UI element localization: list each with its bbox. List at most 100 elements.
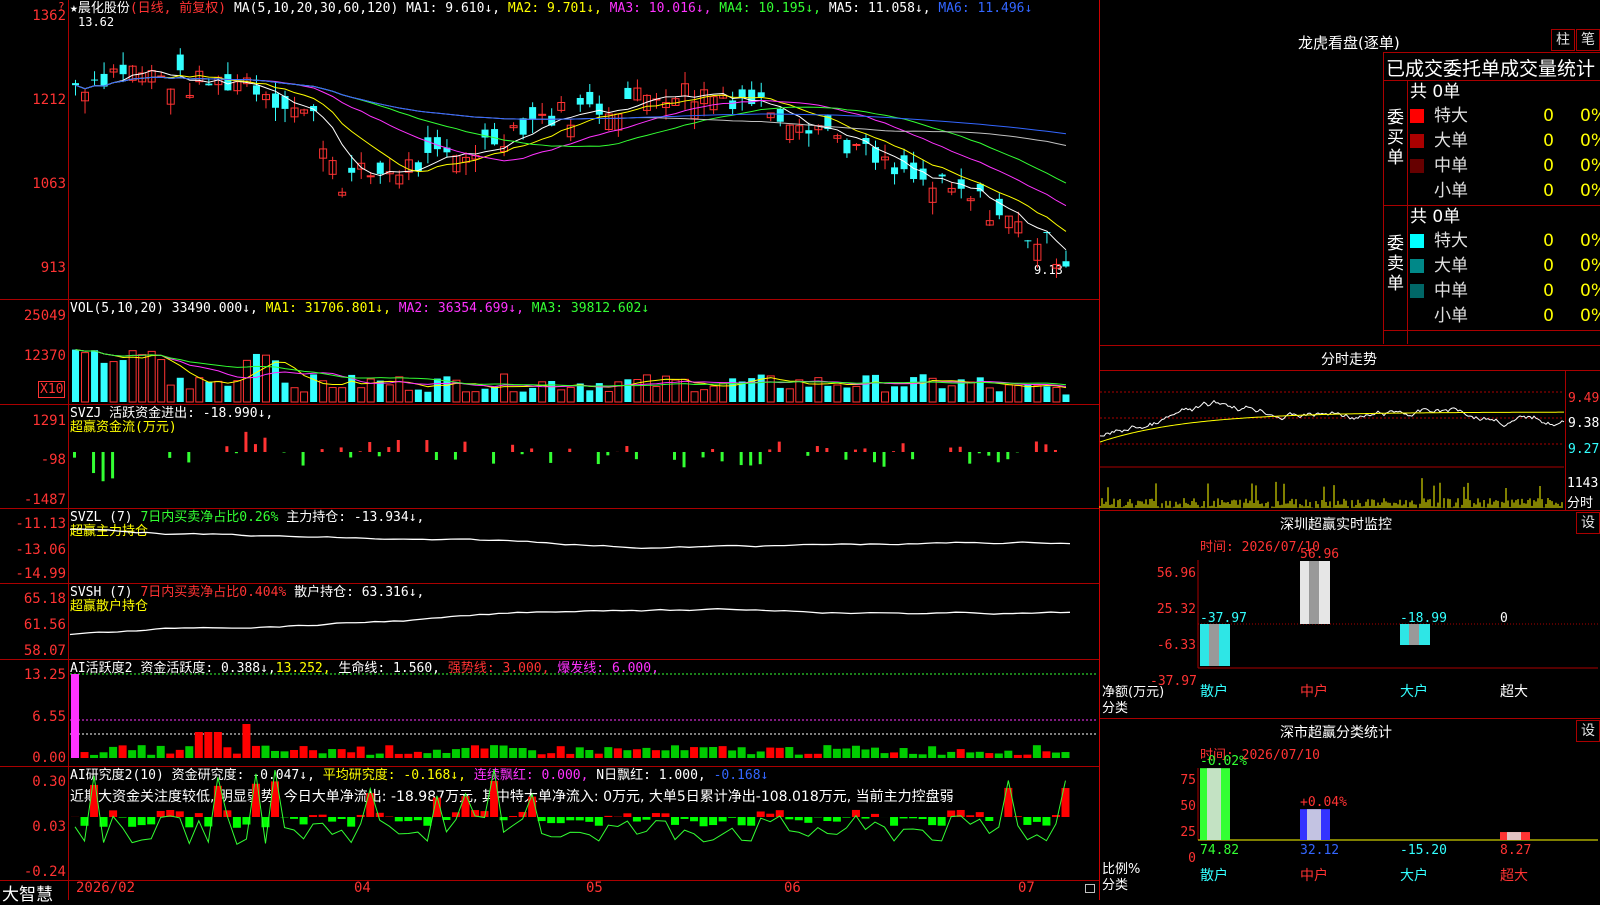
activity-bar	[252, 746, 260, 758]
research-bar	[985, 817, 993, 821]
vol-unit-badge: X10	[38, 381, 65, 398]
fund-flow-bar	[1054, 450, 1057, 452]
fund-flow-bar	[368, 442, 371, 452]
tick-mode-button[interactable]: 笔	[1576, 29, 1600, 51]
volume-bar	[872, 375, 879, 402]
class-category-label: 大户	[1400, 867, 1428, 884]
sz-bar-highlight	[1209, 624, 1219, 666]
fund-flow-bar	[987, 452, 990, 456]
research-bar	[566, 817, 574, 820]
main-holding-line	[70, 529, 1070, 548]
activity-bar	[128, 750, 136, 758]
class-bottom-label: 8.27	[1500, 843, 1531, 858]
activity-bar	[814, 754, 822, 758]
volume-bar	[148, 351, 155, 402]
research-bar	[900, 817, 908, 818]
activity-bar	[442, 753, 450, 758]
candle	[529, 107, 536, 119]
activity-bar	[1042, 751, 1050, 758]
sz-axis-label: 分类	[1102, 697, 1128, 716]
y-tick: -1487	[0, 492, 66, 508]
bar-mode-button[interactable]: 柱	[1551, 29, 1575, 51]
svsh-line[interactable]	[70, 600, 1098, 657]
activity-bar	[300, 746, 308, 758]
research-bar	[681, 817, 689, 819]
candle	[758, 92, 765, 97]
activity-bar	[157, 746, 165, 758]
volume-chart[interactable]	[70, 316, 1098, 402]
fund-flow-bar	[244, 432, 247, 452]
fund-flow-bar	[530, 448, 533, 452]
volume-bar	[843, 388, 850, 402]
sz-settings-button[interactable]: 设	[1576, 512, 1600, 534]
divider	[1383, 52, 1384, 344]
activity-bar	[176, 750, 184, 758]
activity-bar	[595, 754, 603, 758]
ai-research-chart[interactable]	[70, 790, 1098, 878]
fund-flow-bar	[892, 451, 895, 452]
fund-flow-bar	[873, 452, 876, 462]
activity-bar	[823, 745, 831, 758]
activity-bar	[709, 747, 717, 758]
svzl-line[interactable]	[70, 525, 1098, 581]
volume-bar	[805, 387, 812, 402]
activity-bar	[557, 746, 565, 758]
sz-monitor-chart[interactable]: -37.97散户56.96中户-18.99大户0超大	[1198, 560, 1598, 720]
color-swatch	[1410, 309, 1424, 323]
volume-bar	[529, 388, 536, 402]
activity-bar	[890, 752, 898, 758]
divider	[1407, 80, 1408, 344]
sz-y-tick: -6.33	[1150, 638, 1196, 653]
volume-bar	[396, 377, 403, 402]
research-bar	[547, 817, 555, 823]
volume-bar	[1005, 385, 1012, 402]
research-bar	[309, 815, 317, 817]
research-bar	[719, 817, 727, 821]
divider	[0, 766, 1099, 767]
research-bar	[576, 817, 584, 820]
volume-bar	[215, 381, 222, 402]
class-settings-button[interactable]: 设	[1576, 720, 1600, 742]
activity-bar	[738, 747, 746, 758]
intraday-chart[interactable]	[1100, 372, 1564, 508]
research-bar	[176, 811, 184, 817]
candle	[1062, 261, 1069, 266]
research-bar	[1042, 817, 1050, 826]
candle	[853, 144, 860, 145]
activity-bar	[690, 747, 698, 758]
fund-flow-bar	[863, 448, 866, 452]
volume-ma-line	[76, 350, 1066, 387]
activity-bar	[833, 749, 841, 758]
lock-icon[interactable]	[1085, 884, 1095, 893]
activity-bar	[842, 748, 850, 758]
buy-row: 特大00%	[1410, 104, 1600, 128]
volume-bar	[167, 385, 174, 402]
candlestick-chart[interactable]	[70, 18, 1098, 280]
color-swatch	[1410, 109, 1424, 123]
class-y-tick: 50	[1150, 799, 1196, 814]
research-bar	[595, 817, 603, 826]
research-bar	[747, 817, 755, 826]
class-stats-chart[interactable]: -0.02%74.82散户+0.04%32.12中户-15.20大户8.27超大	[1198, 768, 1598, 900]
candle	[729, 100, 736, 109]
volume-bar	[501, 374, 508, 402]
activity-bar	[1004, 751, 1012, 758]
volume-bar	[853, 386, 860, 402]
activity-bar	[404, 754, 412, 758]
fund-flow-bar	[702, 452, 705, 457]
activity-bar	[395, 754, 403, 758]
activity-bar	[328, 749, 336, 758]
fund-flow-bar	[635, 452, 638, 459]
svzj-chart[interactable]	[70, 410, 1098, 506]
ai-activity-chart[interactable]	[70, 674, 1098, 764]
question-icon[interactable]: ?	[58, 0, 65, 13]
intraday-vol-label: 分时	[1567, 492, 1593, 511]
stock-name[interactable]: ★晨化股份	[70, 1, 130, 16]
sz-bar-value: -18.99	[1400, 611, 1447, 626]
class-bottom-label: 32.12	[1300, 843, 1339, 858]
x-tick: 04	[354, 880, 371, 896]
candle	[739, 89, 746, 97]
period-label[interactable]: (日线, 前复权)	[130, 1, 226, 16]
volume-bar	[824, 386, 831, 402]
activity-bar	[119, 745, 127, 758]
